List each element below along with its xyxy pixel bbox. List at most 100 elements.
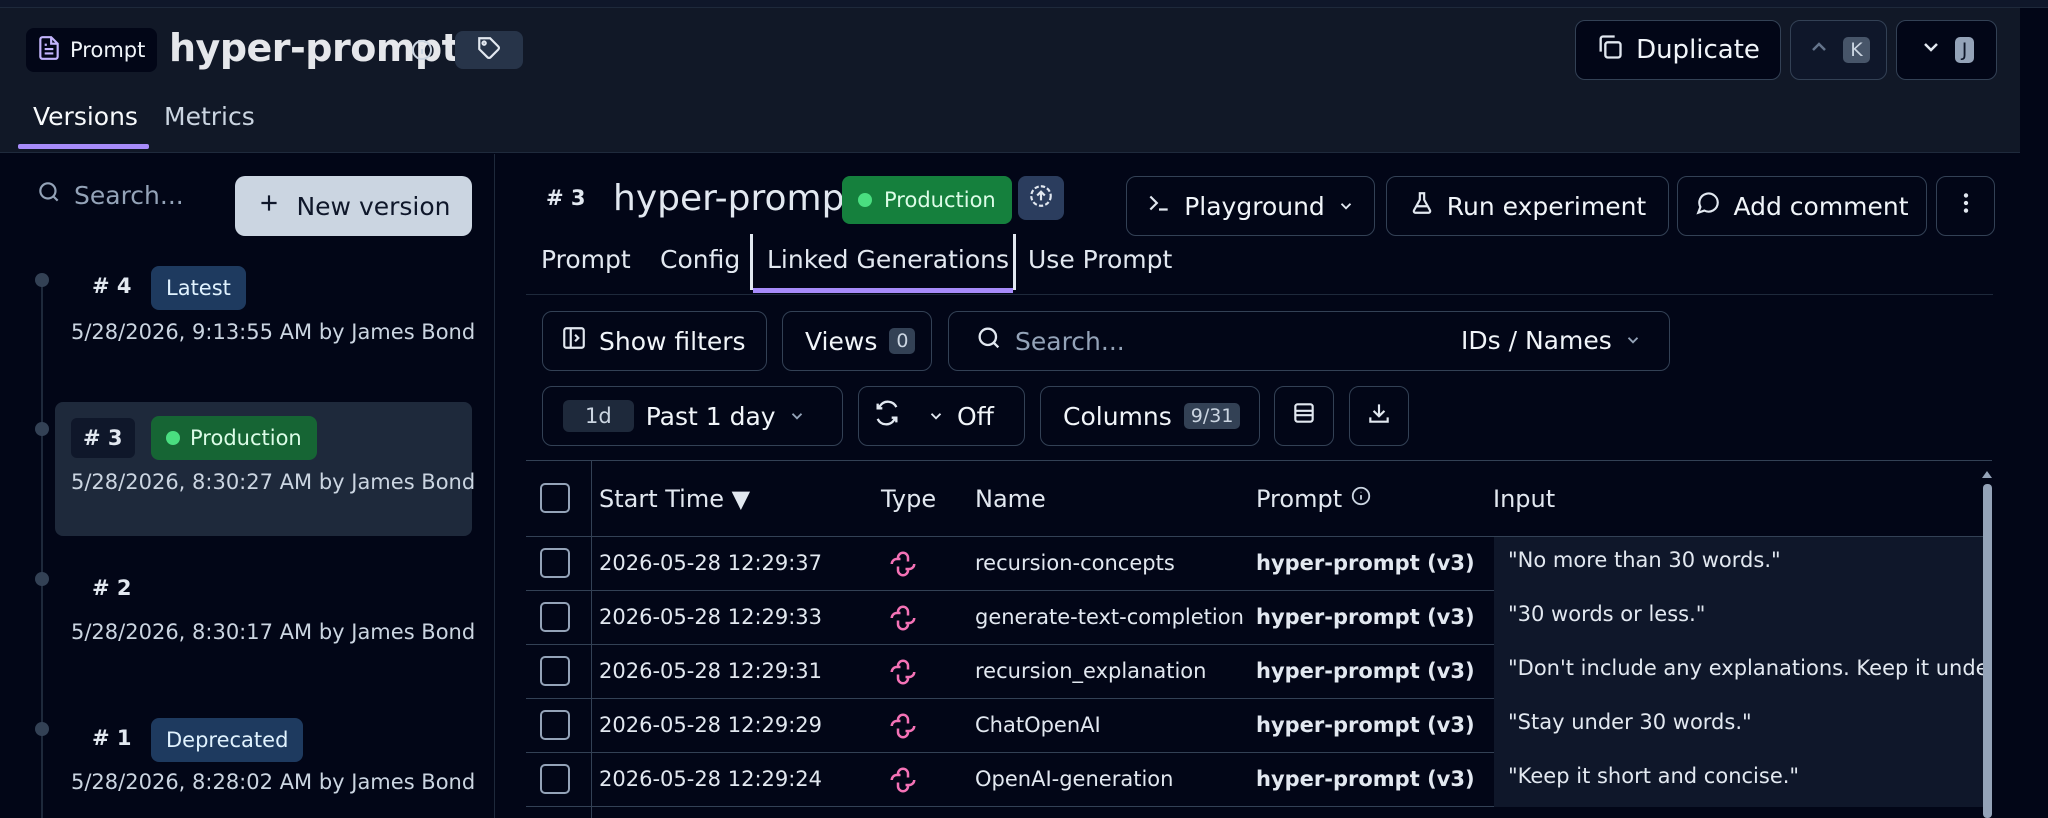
column-type[interactable]: Type [881, 485, 936, 513]
generation-type-icon [888, 765, 918, 800]
download-icon [1366, 400, 1392, 432]
info-icon[interactable] [410, 38, 434, 62]
duplicate-button[interactable]: Duplicate [1575, 20, 1781, 80]
tab-use-prompt[interactable]: Use Prompt [1028, 245, 1172, 274]
latest-badge: Latest [151, 266, 246, 310]
row-checkbox[interactable] [540, 602, 570, 632]
previous-shortcut-key: K [1843, 37, 1870, 63]
tab-linked-generations[interactable]: Linked Generations [767, 245, 1009, 274]
views-button[interactable]: Views 0 [782, 311, 932, 371]
info-icon[interactable] [1350, 485, 1372, 513]
add-comment-label: Add comment [1733, 191, 1909, 221]
start-time-cell: 2026-05-28 12:29:37 [599, 551, 823, 575]
timeline-dot [35, 273, 49, 287]
row-checkbox[interactable] [540, 710, 570, 740]
row-density-button[interactable] [1274, 386, 1334, 446]
version-item-4[interactable]: # 4 Latest 5/28/2026, 9:13:55 AM by Jame… [55, 254, 475, 382]
chevron-down-icon [788, 402, 806, 431]
chevron-down-icon [927, 402, 945, 431]
search-icon [36, 179, 62, 211]
generation-type-icon [888, 711, 918, 746]
prompt-cell[interactable]: hyper-prompt (v3) [1256, 605, 1475, 629]
production-status-badge: Production [842, 176, 1012, 224]
version-number: # 4 [92, 274, 132, 298]
prompt-cell[interactable]: hyper-prompt (v3) [1256, 767, 1475, 791]
active-tab-indicator [18, 144, 149, 149]
columns-button[interactable]: Columns 9/31 [1040, 386, 1260, 446]
input-cell: "Don't include any explanations. Keep it… [1494, 645, 1992, 699]
chevron-down-icon [1919, 35, 1943, 66]
document-icon [36, 35, 62, 66]
upload-icon [1028, 183, 1054, 213]
show-filters-button[interactable]: Show filters [542, 311, 767, 371]
time-range-label: Past 1 day [645, 401, 776, 431]
version-detail: # 3 hyper-prompt Production Playground R… [496, 154, 2020, 818]
columns-label: Columns [1063, 401, 1172, 431]
column-prompt-label: Prompt [1256, 485, 1343, 513]
tag-button[interactable] [455, 31, 523, 69]
table-row[interactable]: 2026-05-28 12:29:37 recursion-concepts h… [526, 537, 1992, 591]
terminal-icon [1146, 190, 1172, 222]
auto-refresh-label: Off [957, 401, 994, 431]
generation-type-icon [888, 603, 918, 638]
status-dot [166, 431, 180, 445]
version-item-2[interactable]: # 2 5/28/2026, 8:30:17 AM by James Bond [55, 552, 476, 680]
time-range-select[interactable]: 1d Past 1 day [542, 386, 843, 446]
table-row[interactable]: 2026-05-28 12:29:29 ChatOpenAI hyper-pro… [526, 699, 1992, 753]
playground-button[interactable]: Playground [1126, 176, 1375, 236]
sidebar-panel-icon [561, 325, 587, 357]
deploy-button[interactable] [1018, 176, 1064, 220]
row-checkbox[interactable] [540, 656, 570, 686]
row-checkbox[interactable] [540, 764, 570, 794]
next-shortcut-key: J [1954, 37, 1975, 63]
add-comment-button[interactable]: Add comment [1677, 176, 1927, 236]
tab-metrics[interactable]: Metrics [164, 102, 255, 131]
tag-icon [476, 35, 502, 65]
column-prompt[interactable]: Prompt [1256, 485, 1372, 513]
column-name[interactable]: Name [975, 485, 1046, 513]
rows-icon [1291, 400, 1317, 432]
tab-prompt[interactable]: Prompt [541, 245, 631, 274]
tab-config[interactable]: Config [660, 245, 740, 274]
new-version-label: New version [296, 191, 451, 221]
chevron-down-icon [1624, 326, 1642, 355]
row-checkbox[interactable] [540, 548, 570, 578]
run-experiment-label: Run experiment [1446, 191, 1647, 221]
prompt-cell[interactable]: hyper-prompt (v3) [1256, 713, 1475, 737]
name-cell: recursion_explanation [975, 659, 1207, 683]
previous-prompt-button[interactable]: K [1790, 20, 1887, 80]
version-meta: 5/28/2026, 8:30:17 AM by James Bond [71, 620, 476, 644]
refresh-icon [873, 399, 901, 433]
run-experiment-button[interactable]: Run experiment [1386, 176, 1669, 236]
active-subtab-indicator [753, 288, 1013, 293]
version-item-1[interactable]: # 1 Deprecated 5/28/2026, 8:28:02 AM by … [55, 702, 475, 818]
prompt-cell[interactable]: hyper-prompt (v3) [1256, 551, 1475, 575]
generation-search-placeholder: Search... [1015, 326, 1125, 356]
prompt-type-chip: Prompt [26, 28, 158, 72]
generation-search-input[interactable]: Search... IDs / Names [948, 311, 1670, 371]
select-all-checkbox[interactable] [540, 483, 570, 513]
download-button[interactable] [1349, 386, 1409, 446]
auto-refresh-select[interactable]: Off [858, 386, 1025, 446]
table-row[interactable]: 2026-05-28 12:29:33 generate-text-comple… [526, 591, 1992, 645]
column-input[interactable]: Input [1493, 485, 1555, 513]
tab-versions[interactable]: Versions [33, 102, 138, 131]
comment-icon [1695, 190, 1721, 222]
new-version-button[interactable]: New version [235, 176, 472, 236]
table-row[interactable]: 2026-05-28 12:29:24 OpenAI-generation hy… [526, 753, 1992, 807]
chevron-down-icon [1337, 192, 1355, 221]
subtab-divider [526, 294, 1993, 295]
table-row[interactable]: 2026-05-28 12:29:31 recursion_explanatio… [526, 645, 1992, 699]
timeline-dot [35, 422, 49, 436]
column-start-time[interactable]: Start Time ▼ [599, 485, 750, 513]
more-options-button[interactable] [1936, 176, 1995, 236]
generation-type-icon [888, 657, 918, 692]
search-mode-select[interactable]: IDs / Names [1461, 326, 1642, 355]
version-sidebar: Search... New version # 4 Latest 5/28/20… [0, 154, 495, 818]
version-item-3[interactable]: # 3 Production 5/28/2026, 8:30:27 AM by … [55, 402, 475, 536]
version-number: # 1 [92, 726, 132, 750]
next-prompt-button[interactable]: J [1896, 20, 1997, 80]
prompt-cell[interactable]: hyper-prompt (v3) [1256, 659, 1475, 683]
version-search-input[interactable]: Search... [36, 179, 184, 211]
table-scrollbar[interactable] [1980, 464, 1994, 818]
